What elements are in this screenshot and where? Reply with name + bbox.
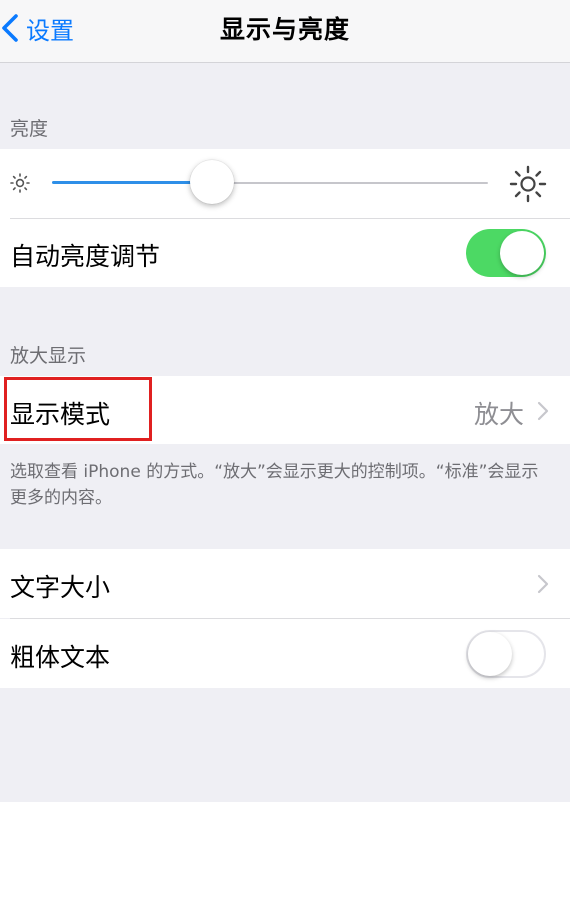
auto-brightness-toggle[interactable]	[466, 229, 546, 277]
bold-text-label: 粗体文本	[10, 643, 111, 672]
chevron-right-icon	[537, 574, 549, 594]
toggle-knob	[500, 231, 544, 275]
section-header-zoom: 放大显示	[10, 345, 87, 367]
navigation-bar: 设置 显示与亮度	[0, 0, 570, 63]
bold-text-toggle[interactable]	[466, 630, 546, 678]
display-mode-footer: 选取查看 iPhone 的方式。“放大”会显示更大的控制项。“标准”会显示更多的…	[10, 462, 539, 508]
highlight-annotation	[4, 377, 152, 441]
toggle-knob	[468, 632, 512, 676]
text-size-label: 文字大小	[10, 573, 111, 602]
text-size-row[interactable]: 文字大小	[0, 549, 570, 618]
brightness-slider-track[interactable]	[212, 182, 488, 184]
auto-brightness-row: 自动亮度调节	[0, 219, 570, 287]
page-title: 显示与亮度	[219, 15, 350, 44]
display-mode-value: 放大	[473, 400, 524, 429]
section-header-brightness: 亮度	[10, 118, 49, 140]
bold-text-row: 粗体文本	[0, 619, 570, 688]
auto-brightness-label: 自动亮度调节	[10, 242, 161, 271]
chevron-right-icon	[537, 401, 549, 421]
brightness-low-icon	[10, 173, 30, 193]
brightness-slider-thumb[interactable]	[190, 160, 234, 204]
bottom-area	[0, 802, 570, 904]
brightness-high-icon	[509, 165, 547, 203]
brightness-slider-fill	[52, 181, 212, 184]
